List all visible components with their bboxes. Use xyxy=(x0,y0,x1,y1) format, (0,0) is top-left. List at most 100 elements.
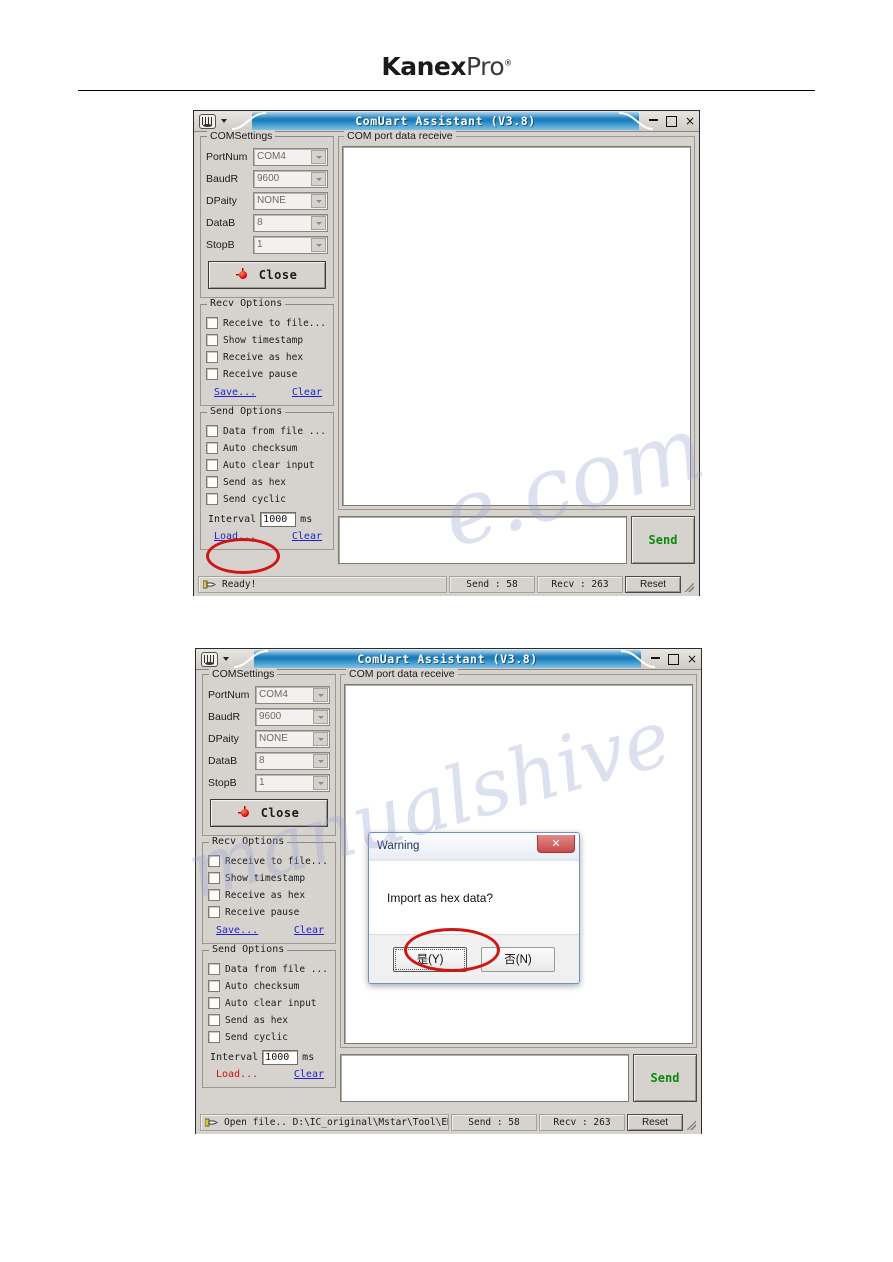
checkbox-box[interactable] xyxy=(206,493,218,505)
send-textarea[interactable] xyxy=(340,1054,629,1102)
checkbox-send-cyclic[interactable]: Send cyclic xyxy=(206,491,328,507)
checkbox-box[interactable] xyxy=(208,980,220,992)
title-bar[interactable]: ComUart Assistant (V3.8) × xyxy=(194,111,699,132)
send-clear-link[interactable]: Clear xyxy=(292,531,322,542)
checkbox-box[interactable] xyxy=(206,459,218,471)
field-datab: DataB 8 xyxy=(206,213,328,233)
checkbox-receive-to-file[interactable]: Receive to file... xyxy=(208,853,330,869)
chevron-down-icon[interactable] xyxy=(313,732,328,746)
checkbox-auto-checksum[interactable]: Auto checksum xyxy=(206,440,328,456)
checkbox-box[interactable] xyxy=(206,334,218,346)
chevron-down-icon[interactable] xyxy=(311,172,326,186)
chevron-down-icon[interactable] xyxy=(223,657,229,661)
title-bar[interactable]: ComUart Assistant (V3.8) × xyxy=(196,649,701,670)
datab-select[interactable]: 8 xyxy=(255,752,330,770)
send-textarea[interactable] xyxy=(338,516,627,564)
chevron-down-icon[interactable] xyxy=(313,710,328,724)
checkbox-show-timestamp[interactable]: Show timestamp xyxy=(206,332,328,348)
resize-grip-icon[interactable] xyxy=(685,1114,697,1131)
checkbox-auto-clear-input[interactable]: Auto clear input xyxy=(206,457,328,473)
recv-clear-link[interactable]: Clear xyxy=(292,387,322,398)
checkbox-label: Auto checksum xyxy=(225,980,300,992)
receive-textarea[interactable] xyxy=(342,146,691,506)
connect-toggle-button[interactable]: Close xyxy=(210,799,328,827)
checkbox-box[interactable] xyxy=(206,368,218,380)
chevron-down-icon[interactable] xyxy=(311,150,326,164)
send-load-link[interactable]: Load... xyxy=(216,1069,258,1080)
checkbox-box[interactable] xyxy=(208,1014,220,1026)
checkbox-box[interactable] xyxy=(208,963,220,975)
recv-clear-link[interactable]: Clear xyxy=(294,925,324,936)
checkbox-box[interactable] xyxy=(206,317,218,329)
datab-select[interactable]: 8 xyxy=(253,214,328,232)
checkbox-receive-pause[interactable]: Receive pause xyxy=(206,366,328,382)
checkbox-show-timestamp[interactable]: Show timestamp xyxy=(208,870,330,886)
chevron-down-icon[interactable] xyxy=(311,238,326,252)
close-icon[interactable]: × xyxy=(687,653,697,665)
checkbox-send-as-hex[interactable]: Send as hex xyxy=(206,474,328,490)
chevron-down-icon[interactable] xyxy=(311,194,326,208)
reset-button[interactable]: Reset xyxy=(625,576,681,593)
checkbox-data-from-file[interactable]: Data from file ... xyxy=(208,961,330,977)
chevron-down-icon[interactable] xyxy=(221,119,227,123)
recv-save-link[interactable]: Save... xyxy=(216,925,258,936)
checkbox-auto-checksum[interactable]: Auto checksum xyxy=(208,978,330,994)
checkbox-send-cyclic[interactable]: Send cyclic xyxy=(208,1029,330,1045)
checkbox-box[interactable] xyxy=(208,997,220,1009)
portnum-select[interactable]: COM4 xyxy=(255,686,330,704)
interval-input[interactable] xyxy=(262,1050,299,1065)
checkbox-box[interactable] xyxy=(208,872,220,884)
resize-grip-icon[interactable] xyxy=(683,576,695,593)
checkbox-box[interactable] xyxy=(206,476,218,488)
checkbox-box[interactable] xyxy=(208,906,220,918)
chevron-down-icon[interactable] xyxy=(313,776,328,790)
window-controls[interactable]: × xyxy=(650,649,697,669)
checkbox-box[interactable] xyxy=(206,351,218,363)
send-clear-link[interactable]: Clear xyxy=(294,1069,324,1080)
maximize-icon[interactable] xyxy=(665,115,677,127)
baudr-select[interactable]: 9600 xyxy=(253,170,328,188)
checkbox-receive-to-file[interactable]: Receive to file... xyxy=(206,315,328,331)
checkbox-auto-clear-input[interactable]: Auto clear input xyxy=(208,995,330,1011)
send-button[interactable]: Send xyxy=(631,516,695,564)
checkbox-box[interactable] xyxy=(208,889,220,901)
checkbox-box[interactable] xyxy=(206,442,218,454)
dialog-yes-button[interactable]: 是(Y) xyxy=(393,946,467,972)
dialog-title-bar[interactable]: Warning ✕ xyxy=(369,833,579,860)
dpaity-select[interactable]: NONE xyxy=(253,192,328,210)
stopb-select[interactable]: 1 xyxy=(255,774,330,792)
checkbox-box[interactable] xyxy=(206,425,218,437)
chevron-down-icon[interactable] xyxy=(313,754,328,768)
minimize-icon[interactable] xyxy=(650,657,660,659)
dpaity-select[interactable]: NONE xyxy=(255,730,330,748)
titlebar-icon-group[interactable] xyxy=(196,651,229,667)
titlebar-icon-group[interactable] xyxy=(194,113,227,129)
checkbox-receive-as-hex[interactable]: Receive as hex xyxy=(206,349,328,365)
reset-button[interactable]: Reset xyxy=(627,1114,683,1131)
close-icon[interactable]: × xyxy=(685,115,695,127)
field-stopb: StopB 1 xyxy=(208,773,330,793)
connect-toggle-button[interactable]: Close xyxy=(208,261,326,289)
send-button[interactable]: Send xyxy=(633,1054,697,1102)
checkbox-send-as-hex[interactable]: Send as hex xyxy=(208,1012,330,1028)
interval-row: Interval ms xyxy=(206,512,328,527)
portnum-select[interactable]: COM4 xyxy=(253,148,328,166)
send-load-link[interactable]: Load... xyxy=(214,531,256,542)
minimize-icon[interactable] xyxy=(648,119,658,121)
checkbox-box[interactable] xyxy=(208,1031,220,1043)
dialog-close-icon[interactable]: ✕ xyxy=(537,835,575,853)
checkbox-receive-pause[interactable]: Receive pause xyxy=(208,904,330,920)
checkbox-receive-as-hex[interactable]: Receive as hex xyxy=(208,887,330,903)
interval-input[interactable] xyxy=(260,512,297,527)
baudr-select[interactable]: 9600 xyxy=(255,708,330,726)
window-controls[interactable]: × xyxy=(648,111,695,131)
dialog-no-button[interactable]: 否(N) xyxy=(481,946,555,972)
maximize-icon[interactable] xyxy=(667,653,679,665)
recv-save-link[interactable]: Save... xyxy=(214,387,256,398)
checkbox-box[interactable] xyxy=(208,855,220,867)
stopb-select[interactable]: 1 xyxy=(253,236,328,254)
checkbox-label: Receive to file... xyxy=(225,855,328,867)
checkbox-data-from-file[interactable]: Data from file ... xyxy=(206,423,328,439)
chevron-down-icon[interactable] xyxy=(313,688,328,702)
chevron-down-icon[interactable] xyxy=(311,216,326,230)
